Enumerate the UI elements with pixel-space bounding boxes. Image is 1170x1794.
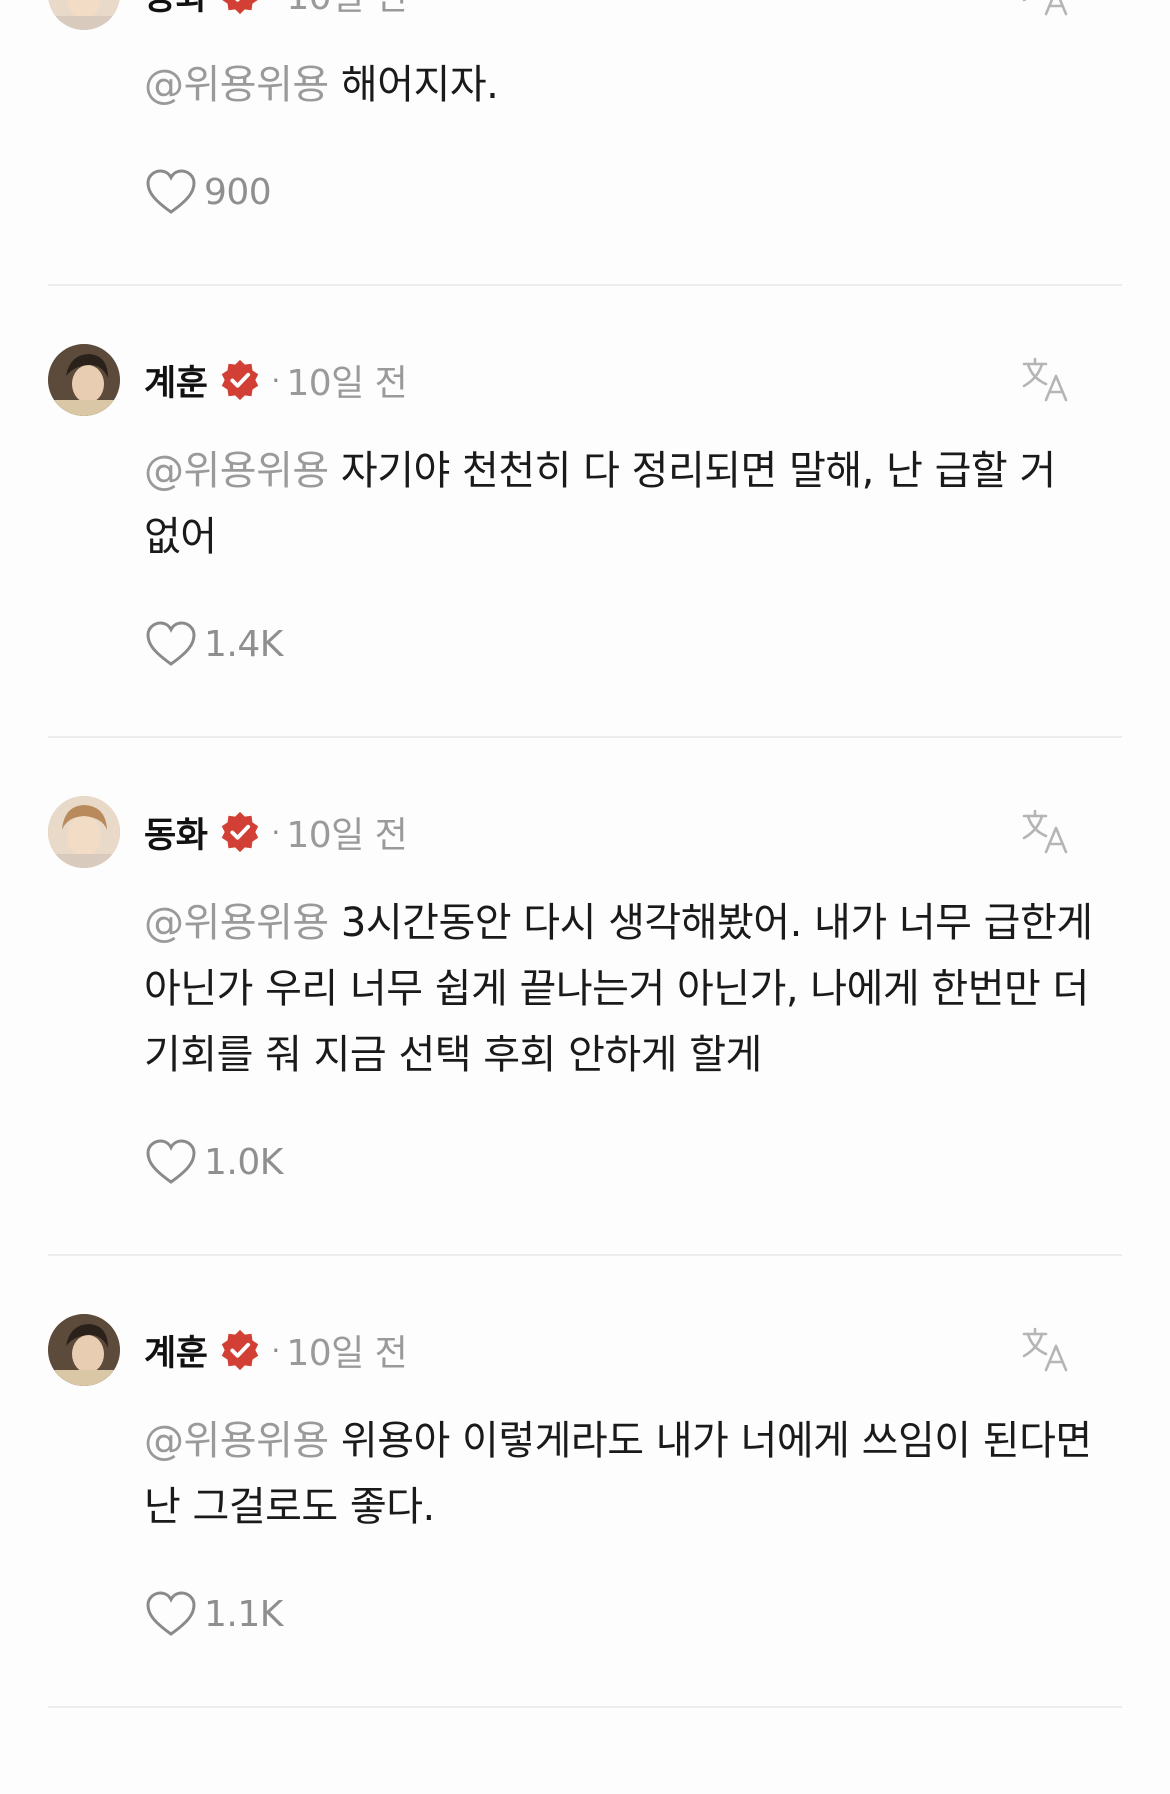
timestamp: 10일 전: [286, 0, 408, 20]
like-row: 1.0K: [144, 1136, 1122, 1188]
verified-badge-icon: [222, 1329, 259, 1371]
username[interactable]: 동화: [144, 0, 208, 20]
comment-message: 해어지자.: [328, 62, 499, 108]
like-count: 900: [204, 171, 272, 213]
separator-dot: ·: [271, 0, 280, 11]
translate-icon[interactable]: [1020, 0, 1070, 18]
mention-link[interactable]: @위용위용: [144, 62, 329, 108]
comment-divider: [48, 1706, 1122, 1708]
separator-dot: ·: [271, 1333, 281, 1367]
comment-meta: 계훈 · 10일 전: [144, 1314, 408, 1386]
heart-outline-icon[interactable]: [144, 1589, 198, 1639]
like-count: 1.4K: [204, 623, 283, 665]
avatar[interactable]: [48, 1314, 120, 1386]
comment-item: 계훈 · 10일 전 @위용위용 자기야 천천히 다 정리되면 말해, 난 급할…: [0, 286, 1170, 670]
separator-dot: ·: [271, 815, 281, 849]
comment-meta: 계훈 · 10일 전: [144, 344, 408, 416]
comment-item: 동화 · 10일 전 @위용위용 3시간동안 다시 생각해봤어. 내가 너무 급…: [0, 738, 1170, 1188]
username[interactable]: 계훈: [144, 355, 208, 406]
verified-badge-icon: [222, 0, 259, 15]
timestamp: 10일 전: [286, 363, 408, 404]
translate-icon[interactable]: [1020, 354, 1070, 404]
comment-item: 계훈 · 10일 전 @위용위용 위용아 이렇게라도 내가 너에게 쓰임이 된다…: [0, 1256, 1170, 1640]
comment-text: @위용위용 3시간동안 다시 생각해봤어. 내가 너무 급한게 아닌가 우리 너…: [144, 890, 1122, 1088]
timestamp: 10일 전: [286, 1333, 408, 1374]
verified-badge-icon: [222, 811, 259, 853]
comment-header: 동화 · 10일 전: [48, 0, 1122, 30]
heart-outline-icon[interactable]: [144, 167, 198, 217]
comment-header: 계훈 · 10일 전: [48, 1314, 1122, 1386]
mention-link[interactable]: @위용위용: [144, 448, 329, 494]
username[interactable]: 동화: [144, 807, 208, 858]
separator-dot: ·: [271, 363, 281, 397]
comment-header: 동화 · 10일 전: [48, 796, 1122, 868]
comment-meta: 동화 · 10일 전: [144, 796, 408, 868]
timestamp: 10일 전: [286, 815, 408, 856]
comment-text: @위용위용 위용아 이렇게라도 내가 너에게 쓰임이 된다면 난 그걸로도 좋다…: [144, 1408, 1122, 1540]
avatar[interactable]: [48, 0, 120, 30]
avatar[interactable]: [48, 796, 120, 868]
comment-meta: 동화 · 10일 전: [144, 0, 408, 30]
mention-link[interactable]: @위용위용: [144, 900, 329, 946]
heart-outline-icon[interactable]: [144, 619, 198, 669]
comment-item: 동화 · 10일 전 @위용위용 해어지자.: [0, 0, 1170, 218]
comment-feed: 동화 · 10일 전 @위용위용 해어지자.: [0, 0, 1170, 1708]
verified-badge-icon: [222, 359, 259, 401]
like-row: 900: [144, 166, 1122, 218]
comment-text: @위용위용 해어지자.: [144, 52, 1122, 118]
translate-icon[interactable]: [1020, 806, 1070, 856]
like-row: 1.1K: [144, 1588, 1122, 1640]
like-row: 1.4K: [144, 618, 1122, 670]
comment-text: @위용위용 자기야 천천히 다 정리되면 말해, 난 급할 거 없어: [144, 438, 1122, 570]
like-count: 1.1K: [204, 1593, 283, 1635]
translate-icon[interactable]: [1020, 1324, 1070, 1374]
like-count: 1.0K: [204, 1141, 283, 1183]
mention-link[interactable]: @위용위용: [144, 1418, 329, 1464]
username[interactable]: 계훈: [144, 1325, 208, 1376]
avatar[interactable]: [48, 344, 120, 416]
heart-outline-icon[interactable]: [144, 1137, 198, 1187]
comment-header: 계훈 · 10일 전: [48, 344, 1122, 416]
